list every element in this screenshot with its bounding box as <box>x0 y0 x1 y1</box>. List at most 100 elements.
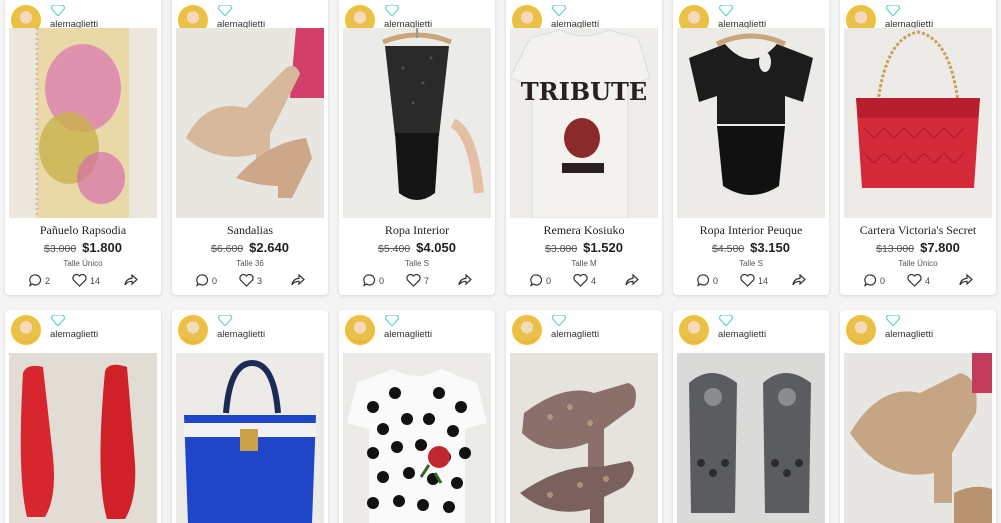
seller-username[interactable]: alemaglietti <box>885 329 933 340</box>
card-header: alemaglietti <box>673 310 829 345</box>
comment-icon <box>29 274 42 287</box>
size-label: Talle S <box>404 259 429 268</box>
product-photo[interactable] <box>343 28 491 218</box>
seller-username[interactable]: alemaglietti <box>718 329 766 340</box>
like-button[interactable]: 3 <box>239 274 262 287</box>
diamond-icon <box>218 5 232 16</box>
like-count: 4 <box>925 275 931 286</box>
diamond-icon <box>886 5 900 16</box>
product-card[interactable]: alemaglietti <box>840 310 996 523</box>
comment-button[interactable]: 0 <box>530 274 551 287</box>
product-photo[interactable] <box>844 353 992 523</box>
card-actions: 0 14 <box>697 274 817 290</box>
product-photo[interactable] <box>176 353 324 523</box>
product-card[interactable]: alemaglietti Cartera Victoria's Secret $… <box>840 0 996 295</box>
diamond-icon <box>385 5 399 16</box>
product-card[interactable]: alemaglietti Sandalias $6.600 $2.640 Tall… <box>172 0 328 295</box>
sale-price: $1.520 <box>583 240 623 255</box>
size-label: Talle S <box>738 259 763 268</box>
product-title[interactable]: Remera Kosiuko <box>506 223 662 238</box>
seller-username[interactable]: alemaglietti <box>217 329 265 340</box>
price-block: $13.000 $7.800 <box>840 240 996 255</box>
product-photo[interactable] <box>510 353 658 523</box>
share-button[interactable] <box>625 274 642 286</box>
product-title[interactable]: Pañuelo Rapsodia <box>5 223 161 238</box>
seller-username[interactable]: alemaglietti <box>384 329 432 340</box>
seller-username[interactable]: alemaglietti <box>551 329 599 340</box>
comment-count: 0 <box>212 275 218 286</box>
comment-button[interactable]: 0 <box>864 274 885 287</box>
product-title[interactable]: Cartera Victoria's Secret <box>840 223 996 238</box>
card-actions: 2 14 <box>29 274 149 290</box>
price-block: $6.600 $2.640 <box>172 240 328 255</box>
avatar[interactable] <box>178 315 208 345</box>
product-card[interactable]: alemaglietti Ropa Interior $5.400 $4.050 … <box>339 0 495 295</box>
product-title[interactable]: Ropa Interior <box>339 223 495 238</box>
comment-button[interactable]: 2 <box>29 274 50 287</box>
comment-count: 0 <box>546 275 552 286</box>
product-card[interactable]: alemaglietti <box>339 310 495 523</box>
comment-count: 0 <box>379 275 385 286</box>
product-title[interactable]: Ropa Interior Peuque <box>673 223 829 238</box>
share-icon <box>458 274 472 286</box>
product-card[interactable]: alemaglietti <box>172 310 328 523</box>
diamond-icon <box>719 5 733 16</box>
size-label: Talle Único <box>898 259 938 268</box>
avatar[interactable] <box>679 315 709 345</box>
avatar[interactable] <box>11 315 41 345</box>
product-card[interactable]: alemaglietti <box>506 310 662 523</box>
product-card[interactable]: alemaglietti TRIBUTE Remera Kosiuko $3.8… <box>506 0 662 295</box>
share-button[interactable] <box>959 274 976 286</box>
share-button[interactable] <box>124 274 141 286</box>
share-button[interactable] <box>792 274 809 286</box>
share-button[interactable] <box>458 274 475 286</box>
product-grid: alemaglietti Pañuelo Rapsodia $3.000 $1.8… <box>0 0 1001 523</box>
product-photo[interactable] <box>9 353 157 523</box>
comment-count: 2 <box>45 275 51 286</box>
like-count: 7 <box>424 275 430 286</box>
comment-icon <box>864 274 877 287</box>
product-card[interactable]: alemaglietti <box>5 310 161 523</box>
heart-icon <box>72 274 87 287</box>
size-label: Talle M <box>571 259 597 268</box>
diamond-icon <box>886 315 900 326</box>
card-header: alemaglietti <box>172 310 328 345</box>
avatar[interactable] <box>512 315 542 345</box>
product-photo[interactable] <box>9 28 157 218</box>
original-price: $6.600 <box>211 243 244 255</box>
diamond-icon <box>719 315 733 326</box>
share-icon <box>124 274 138 286</box>
seller-username[interactable]: alemaglietti <box>50 329 98 340</box>
product-title[interactable]: Sandalias <box>172 223 328 238</box>
diamond-icon <box>51 5 65 16</box>
price-block: $3.800 $1.520 <box>506 240 662 255</box>
diamond-icon <box>385 315 399 326</box>
product-photo[interactable]: TRIBUTE <box>510 28 658 218</box>
product-photo[interactable] <box>677 28 825 218</box>
comment-button[interactable]: 0 <box>196 274 217 287</box>
comment-button[interactable]: 0 <box>697 274 718 287</box>
comment-button[interactable]: 0 <box>363 274 384 287</box>
card-header: alemaglietti <box>506 310 662 345</box>
price-block: $4.500 $3.150 <box>673 240 829 255</box>
comment-count: 0 <box>880 275 886 286</box>
like-button[interactable]: 14 <box>740 274 768 287</box>
product-card[interactable]: alemaglietti Pañuelo Rapsodia $3.000 $1.8… <box>5 0 161 295</box>
product-photo[interactable] <box>677 353 825 523</box>
avatar[interactable] <box>846 315 876 345</box>
product-card[interactable]: alemaglietti <box>673 310 829 523</box>
product-photo[interactable] <box>176 28 324 218</box>
heart-icon <box>573 274 588 287</box>
like-button[interactable]: 4 <box>573 274 596 287</box>
avatar[interactable] <box>345 315 375 345</box>
card-actions: 0 4 <box>864 274 984 290</box>
product-photo[interactable] <box>343 353 491 523</box>
like-button[interactable]: 14 <box>72 274 100 287</box>
heart-icon <box>740 274 755 287</box>
share-button[interactable] <box>291 274 308 286</box>
product-photo[interactable] <box>844 28 992 218</box>
product-card[interactable]: alemaglietti Ropa Interior Peuque $4.500… <box>673 0 829 295</box>
comment-icon <box>530 274 543 287</box>
like-button[interactable]: 7 <box>406 274 429 287</box>
like-button[interactable]: 4 <box>907 274 930 287</box>
